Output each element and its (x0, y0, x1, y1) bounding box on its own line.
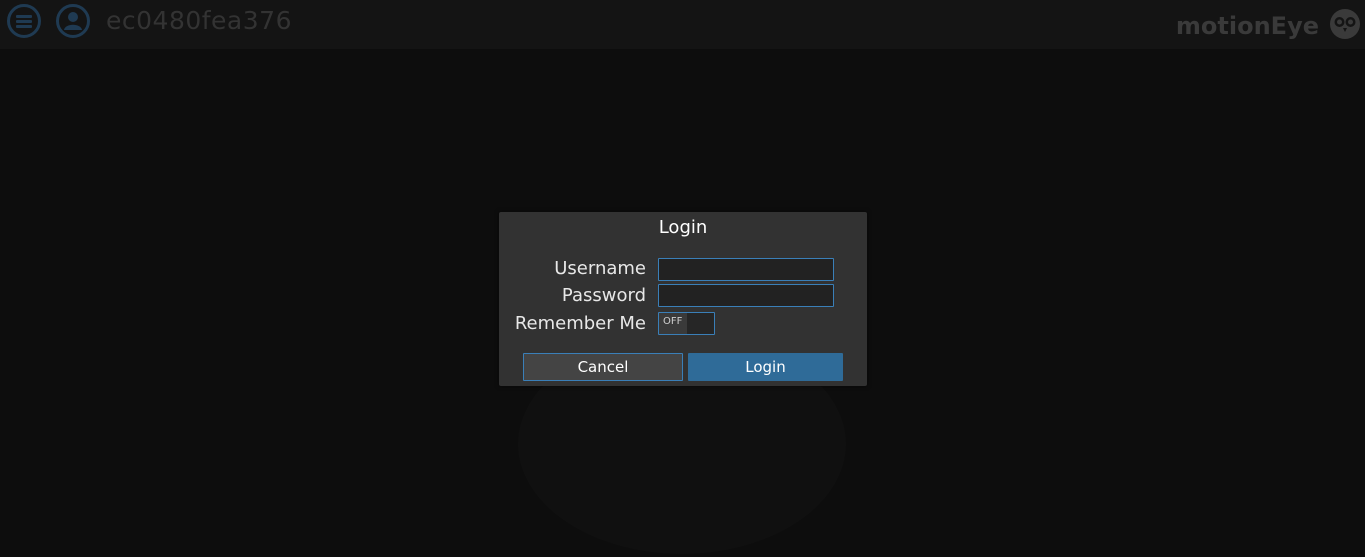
top-bar: ec0480fea376 motionEye (0, 0, 1365, 49)
username-input[interactable] (658, 258, 834, 281)
remember-me-toggle[interactable]: OFF (658, 312, 715, 335)
login-button[interactable]: Login (688, 353, 843, 381)
user-icon (64, 12, 82, 30)
login-dialog: Login Username Password Remember Me OFF … (499, 212, 867, 386)
password-label: Password (561, 285, 646, 306)
toggle-state-text: OFF (663, 316, 683, 327)
brand-name: motionEye (1175, 12, 1319, 40)
owl-logo-icon (1330, 9, 1360, 39)
dialog-title: Login (658, 217, 708, 238)
cancel-button[interactable]: Cancel (523, 353, 683, 381)
user-button[interactable] (56, 4, 90, 38)
menu-button[interactable] (7, 4, 41, 38)
password-input[interactable] (658, 284, 834, 307)
menu-icon (16, 15, 32, 28)
username-label: Username (554, 258, 646, 279)
hostname-title: ec0480fea376 (106, 6, 292, 35)
remember-me-label: Remember Me (514, 313, 646, 334)
